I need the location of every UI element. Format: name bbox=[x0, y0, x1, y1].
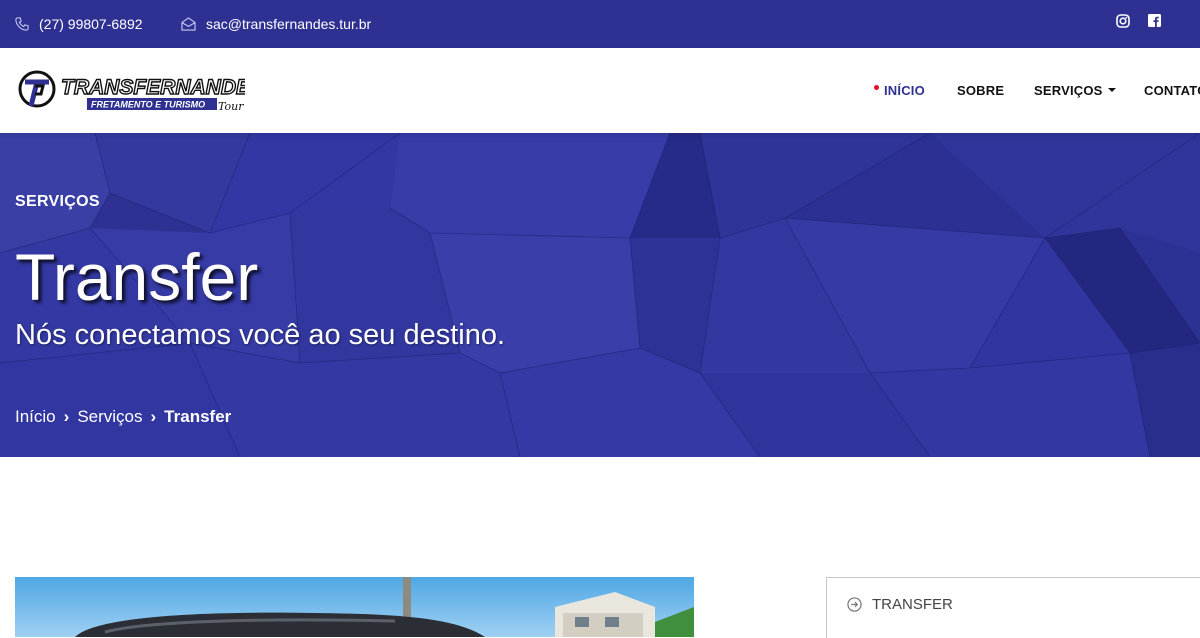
chevron-right-icon: › bbox=[150, 407, 157, 426]
service-photo bbox=[15, 577, 694, 637]
caret-down-icon bbox=[1107, 87, 1116, 92]
phone-number: (27) 99807-6892 bbox=[39, 16, 143, 32]
logo-script: Tour bbox=[218, 100, 244, 112]
nav-label: CONTATO bbox=[1144, 83, 1200, 98]
nav-label: INÍCIO bbox=[884, 83, 925, 98]
main-navbar: TRANSFERNANDES FRETAMENTO E TURISMO Tour… bbox=[0, 48, 1200, 133]
active-indicator bbox=[874, 85, 879, 90]
page-subtitle: Nós conectamos você ao seu destino. bbox=[15, 319, 506, 351]
nav-item-inicio[interactable]: INÍCIO bbox=[874, 48, 925, 133]
top-bar: (27) 99807-6892 sac@transfernandes.tur.b… bbox=[0, 0, 1200, 48]
mail-icon bbox=[181, 17, 196, 31]
logo[interactable]: TRANSFERNANDES FRETAMENTO E TURISMO Tour bbox=[15, 70, 265, 113]
page-title: Transfer bbox=[15, 240, 259, 314]
breadcrumb-current: Transfer bbox=[164, 407, 232, 426]
hero-kicker: SERVIÇOS bbox=[15, 193, 100, 210]
email-address: sac@transfernandes.tur.br bbox=[206, 16, 372, 32]
instagram-icon[interactable] bbox=[1116, 14, 1130, 33]
phone-icon bbox=[15, 17, 29, 31]
breadcrumb-servicos[interactable]: Serviços bbox=[77, 407, 142, 427]
breadcrumb: Início › Serviços › Transfer bbox=[15, 407, 231, 427]
services-sidebar: TRANSFER bbox=[826, 577, 1200, 638]
nav-label: SOBRE bbox=[957, 83, 1005, 98]
facebook-icon[interactable] bbox=[1148, 14, 1161, 32]
phone-link[interactable]: (27) 99807-6892 bbox=[15, 0, 143, 48]
chevron-right-icon: › bbox=[63, 407, 70, 426]
logo-tagline: FRETAMENTO E TURISMO bbox=[91, 100, 205, 110]
breadcrumb-home[interactable]: Início bbox=[15, 407, 56, 427]
nav-item-servicos[interactable]: SERVIÇOS bbox=[1034, 48, 1116, 133]
email-link[interactable]: sac@transfernandes.tur.br bbox=[181, 0, 371, 48]
logo-wordmark: TRANSFERNANDES bbox=[61, 76, 245, 99]
nav-item-contato[interactable]: CONTATO bbox=[1144, 48, 1200, 133]
nav-label: SERVIÇOS bbox=[1034, 83, 1103, 98]
page-hero: SERVIÇOS Transfer Nós conectamos você ao… bbox=[0, 133, 1200, 457]
arrow-circle-right-icon bbox=[847, 597, 862, 612]
sidebar-item-label: TRANSFER bbox=[872, 596, 953, 613]
nav-item-sobre[interactable]: SOBRE bbox=[957, 48, 1004, 133]
sidebar-item-transfer[interactable]: TRANSFER bbox=[847, 596, 953, 613]
